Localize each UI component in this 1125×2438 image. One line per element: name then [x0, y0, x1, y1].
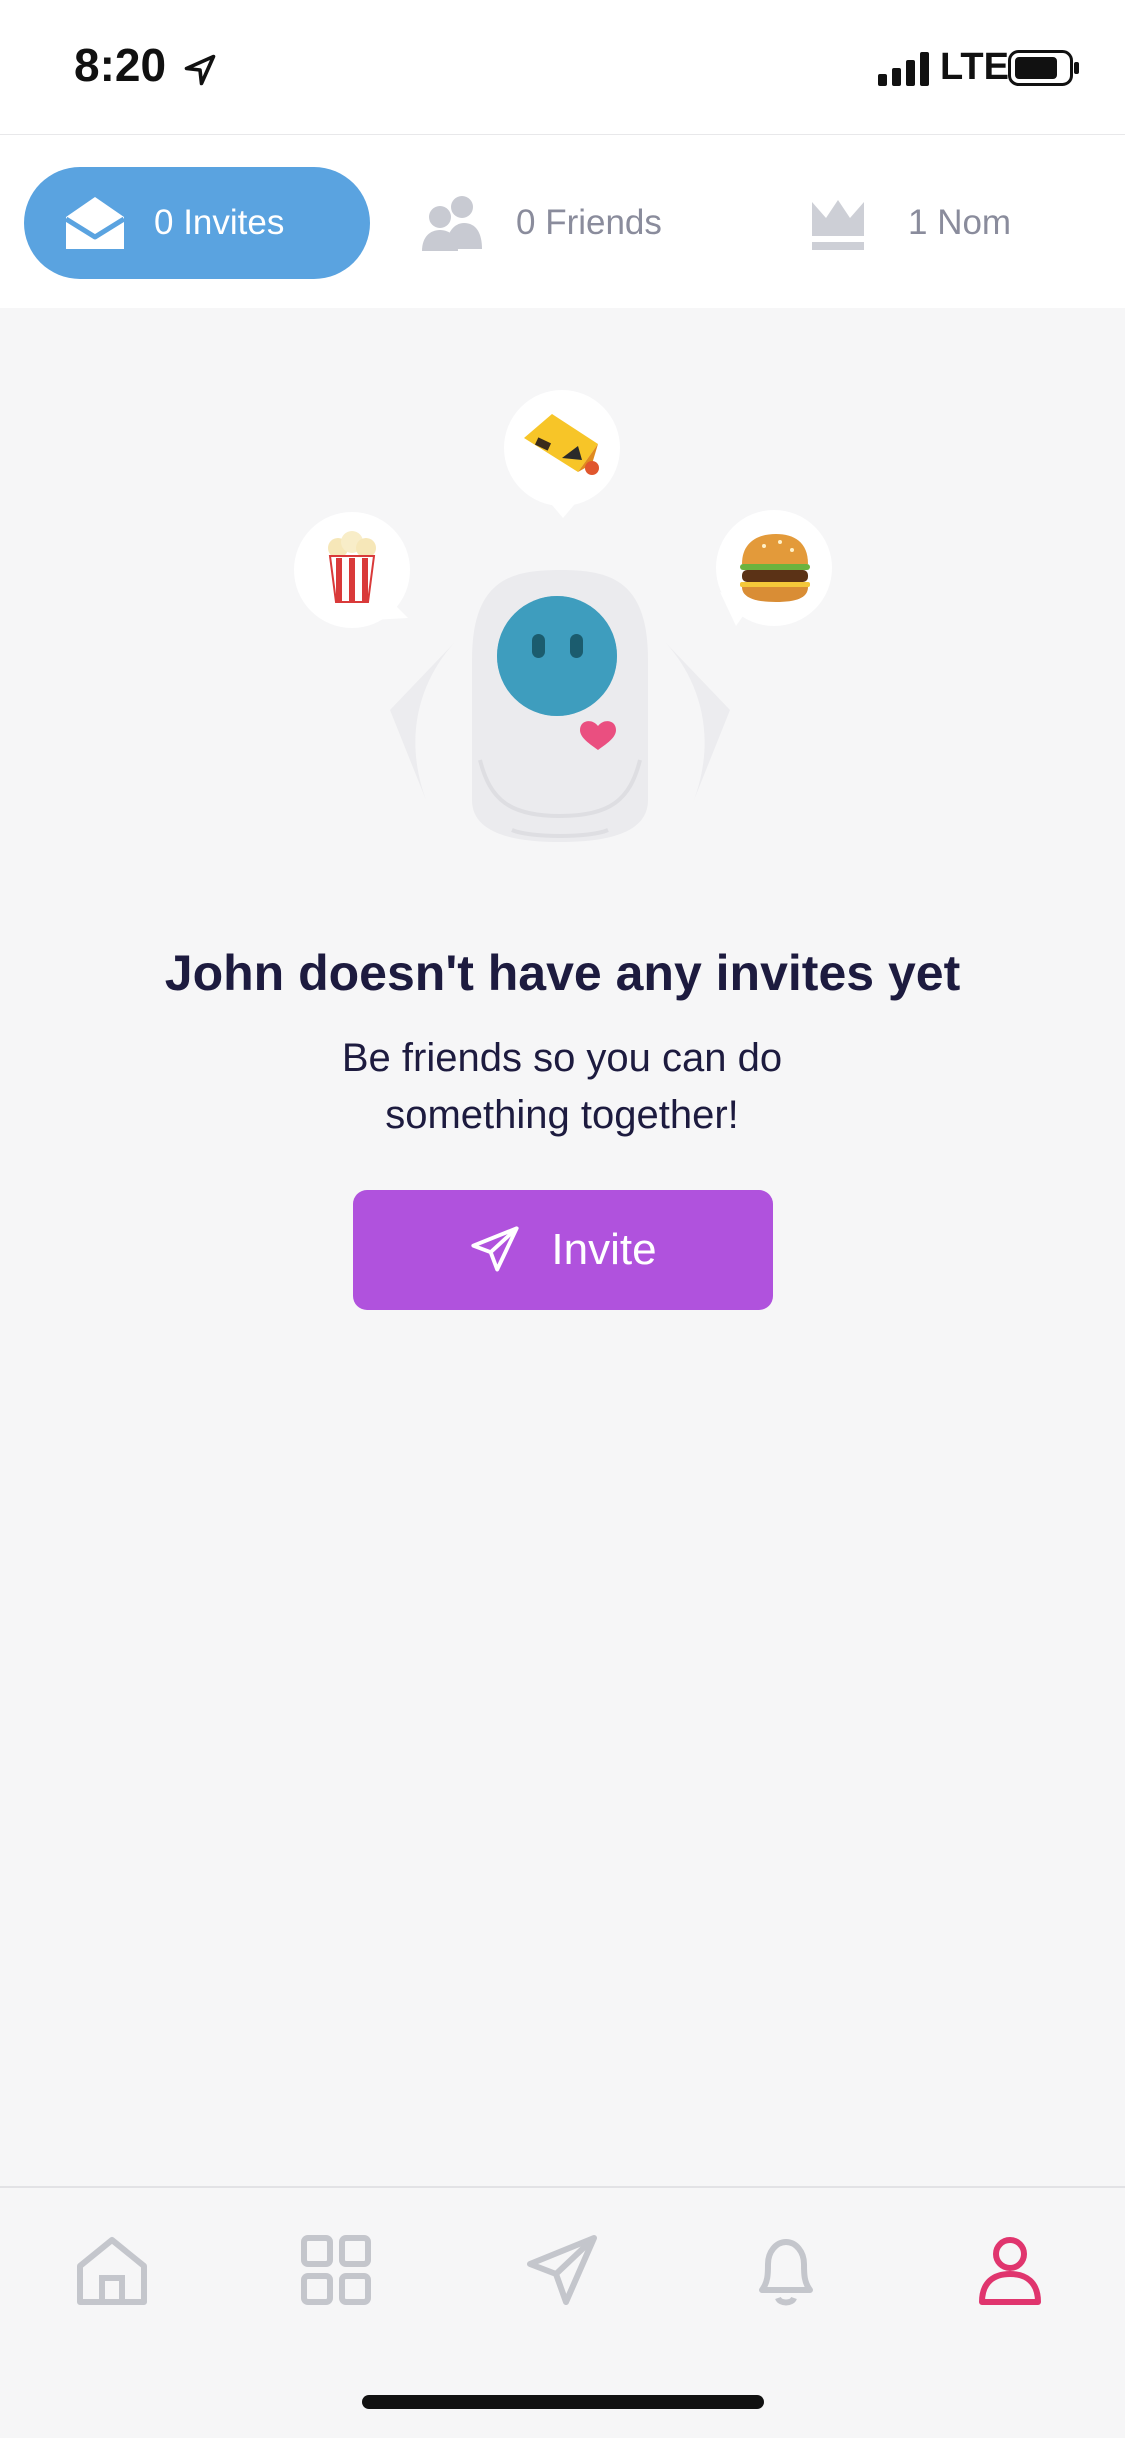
- network-type: LTE: [940, 46, 1009, 88]
- bell-icon[interactable]: [746, 2230, 826, 2310]
- home-icon[interactable]: [72, 2230, 152, 2310]
- status-bar: 8:20 LTE: [0, 0, 1125, 135]
- empty-state-title: John doesn't have any invites yet: [164, 945, 961, 1001]
- signal-bars-icon: [878, 52, 929, 86]
- food-bubble-top: [504, 390, 620, 518]
- invite-button[interactable]: Invite: [353, 1190, 773, 1310]
- tab-invites[interactable]: 0 Invites: [24, 167, 370, 279]
- invite-button-label: Invite: [551, 1225, 657, 1274]
- mascot-illustration: [294, 390, 832, 842]
- send-icon[interactable]: [522, 2230, 602, 2310]
- tab-friends[interactable]: 0 Friends: [420, 167, 662, 279]
- tab-nom-label: 1 Nom: [908, 203, 1012, 242]
- burger-icon: [740, 534, 810, 602]
- status-time: 8:20: [74, 39, 167, 91]
- home-indicator: [362, 2395, 764, 2409]
- battery-icon: [1008, 50, 1079, 86]
- burger-bubble: [716, 510, 832, 626]
- popcorn-bubble: [294, 512, 410, 628]
- profile-tabs: 0 Invites 0 Friends 1 Nom: [0, 135, 1125, 308]
- empty-state-subtitle: Be friends so you can do something toget…: [341, 1036, 783, 1137]
- mascot-eye-left: [532, 634, 545, 658]
- profile-icon[interactable]: [970, 2230, 1050, 2310]
- tab-invites-label: 0 Invites: [154, 203, 285, 242]
- crown-icon: [812, 200, 864, 250]
- grid-icon[interactable]: [296, 2230, 376, 2310]
- paper-plane-icon: [471, 1226, 520, 1272]
- popcorn-icon: [328, 531, 376, 603]
- tab-nom[interactable]: 1 Nom: [808, 167, 1011, 279]
- mascot-eye-right: [570, 634, 583, 658]
- users-icon: [422, 196, 482, 251]
- tab-friends-label: 0 Friends: [516, 203, 662, 242]
- location-arrow-icon: [184, 54, 216, 86]
- envelope-open-icon: [64, 197, 126, 249]
